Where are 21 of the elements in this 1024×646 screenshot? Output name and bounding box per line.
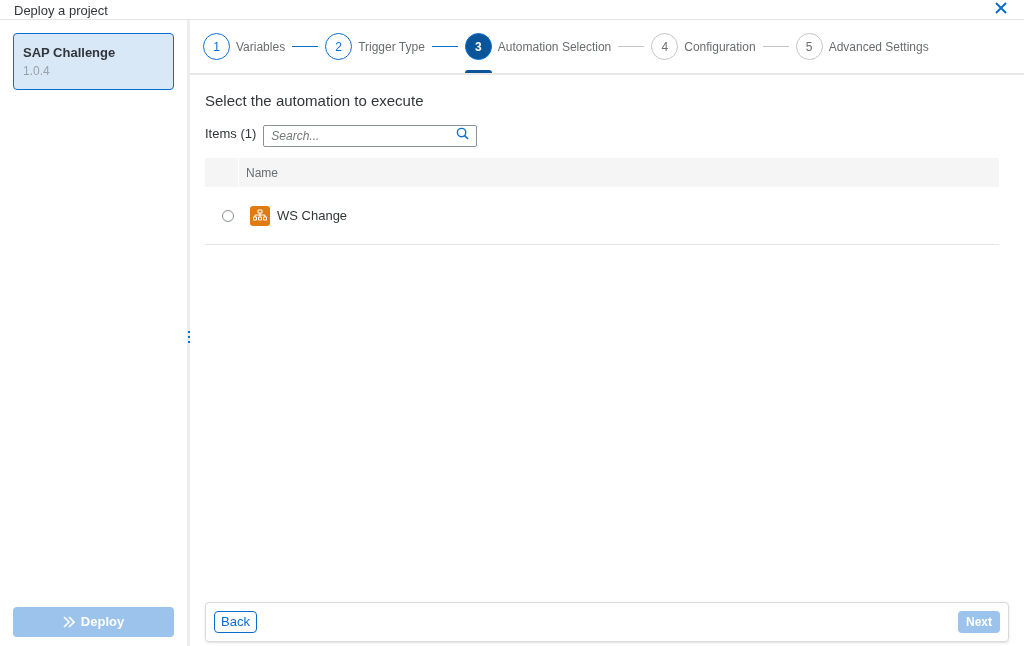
double-chevron-icon [62,616,75,628]
close-button[interactable] [994,1,1008,15]
items-count: Items (1) [205,125,257,144]
resize-handle[interactable] [187,331,190,343]
search-field[interactable]: Search... [263,125,478,147]
wizard-step[interactable]: 3 Automation Selection [464,20,612,73]
project-card[interactable]: SAP Challenge 1.0.4 [13,33,174,90]
wizard-step[interactable]: 2 Trigger Type [325,20,425,73]
column-header: Name [246,164,278,182]
wizard-step[interactable]: 5 Advanced Settings [795,20,929,73]
dialog-title: Deploy a project [14,3,108,19]
wizard-step[interactable]: 1 Variables [203,20,286,73]
search-icon[interactable] [456,127,470,140]
automation-name: WS Change [277,206,348,225]
section-heading: Select the automation to execute [205,91,425,111]
project-version: 1.0.4 [23,63,51,79]
back-button[interactable]: Back [214,611,257,633]
hierarchy-icon [250,205,270,226]
close-icon [994,1,1008,15]
project-name: SAP Challenge [23,44,117,62]
wizard-step[interactable]: 4 Configuration [651,20,756,73]
